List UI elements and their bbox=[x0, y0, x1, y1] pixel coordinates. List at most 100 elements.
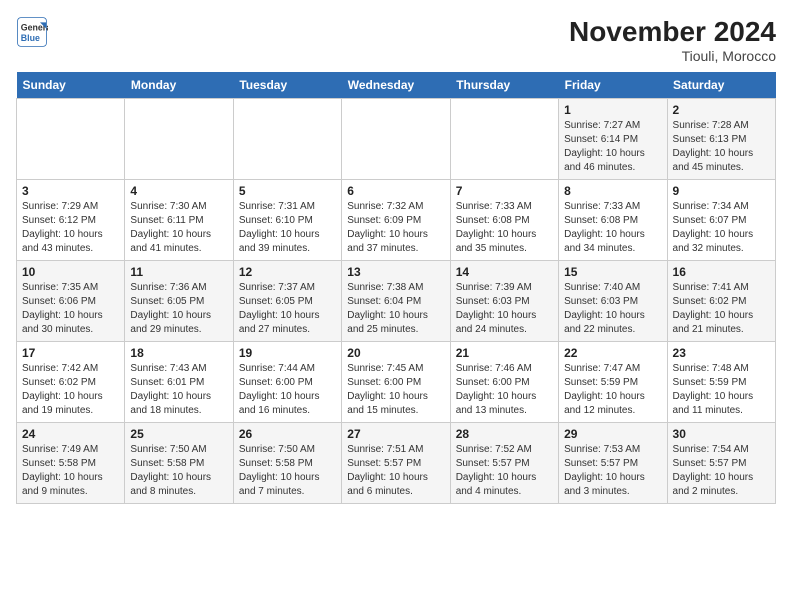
day-info: Sunrise: 7:36 AM Sunset: 6:05 PM Dayligh… bbox=[130, 281, 227, 337]
calendar-cell: 21 Sunrise: 7:46 AM Sunset: 6:00 PM Dayli… bbox=[450, 342, 558, 423]
day-info: Sunrise: 7:40 AM Sunset: 6:03 PM Dayligh… bbox=[564, 281, 661, 337]
calendar-cell: 14Sunrise: 7:39 AM Sunset: 6:03 PM Dayli… bbox=[450, 261, 558, 342]
day-number: 3 bbox=[22, 184, 119, 198]
calendar-cell: 23 Sunrise: 7:48 AM Sunset: 5:59 PM Dayli… bbox=[667, 342, 775, 423]
calendar-cell: 1 Sunrise: 7:27 AM Sunset: 6:14 PM Daylig… bbox=[559, 99, 667, 180]
calendar-cell: 16 Sunrise: 7:41 AM Sunset: 6:02 PM Dayli… bbox=[667, 261, 775, 342]
calendar-cell: 9Sunrise: 7:34 AM Sunset: 6:07 PM Daylig… bbox=[667, 180, 775, 261]
page-header: General Blue November 2024 Tiouli, Moroc… bbox=[16, 16, 776, 64]
calendar-cell: 11 Sunrise: 7:36 AM Sunset: 6:05 PM Dayli… bbox=[125, 261, 233, 342]
day-number: 27 bbox=[347, 427, 444, 441]
day-info: Sunrise: 7:41 AM Sunset: 6:02 PM Dayligh… bbox=[673, 281, 770, 337]
calendar-cell: 26 Sunrise: 7:50 AM Sunset: 5:58 PM Dayli… bbox=[233, 423, 341, 504]
day-number: 18 bbox=[130, 346, 227, 360]
logo-icon: General Blue bbox=[16, 16, 48, 48]
page-title: November 2024 bbox=[569, 16, 776, 48]
day-number: 12 bbox=[239, 265, 336, 279]
day-info: Sunrise: 7:44 AM Sunset: 6:00 PM Dayligh… bbox=[239, 362, 336, 418]
calendar-week-row: 24 Sunrise: 7:49 AM Sunset: 5:58 PM Dayli… bbox=[17, 423, 776, 504]
day-number: 26 bbox=[239, 427, 336, 441]
day-number: 23 bbox=[673, 346, 770, 360]
day-number: 14 bbox=[456, 265, 553, 279]
day-number: 16 bbox=[673, 265, 770, 279]
day-number: 13 bbox=[347, 265, 444, 279]
day-number: 30 bbox=[673, 427, 770, 441]
weekday-header-monday: Monday bbox=[125, 72, 233, 99]
calendar-week-row: 17 Sunrise: 7:42 AM Sunset: 6:02 PM Dayli… bbox=[17, 342, 776, 423]
weekday-header-row: SundayMondayTuesdayWednesdayThursdayFrid… bbox=[17, 72, 776, 99]
calendar-cell: 18 Sunrise: 7:43 AM Sunset: 6:01 PM Dayli… bbox=[125, 342, 233, 423]
weekday-header-tuesday: Tuesday bbox=[233, 72, 341, 99]
day-number: 11 bbox=[130, 265, 227, 279]
day-number: 25 bbox=[130, 427, 227, 441]
calendar-cell bbox=[342, 99, 450, 180]
day-number: 29 bbox=[564, 427, 661, 441]
day-info: Sunrise: 7:29 AM Sunset: 6:12 PM Dayligh… bbox=[22, 200, 119, 256]
day-info: Sunrise: 7:32 AM Sunset: 6:09 PM Dayligh… bbox=[347, 200, 444, 256]
day-info: Sunrise: 7:49 AM Sunset: 5:58 PM Dayligh… bbox=[22, 443, 119, 499]
day-info: Sunrise: 7:45 AM Sunset: 6:00 PM Dayligh… bbox=[347, 362, 444, 418]
day-number: 8 bbox=[564, 184, 661, 198]
calendar-cell: 6 Sunrise: 7:32 AM Sunset: 6:09 PM Daylig… bbox=[342, 180, 450, 261]
calendar-cell: 27 Sunrise: 7:51 AM Sunset: 5:57 PM Dayli… bbox=[342, 423, 450, 504]
day-info: Sunrise: 7:43 AM Sunset: 6:01 PM Dayligh… bbox=[130, 362, 227, 418]
day-number: 24 bbox=[22, 427, 119, 441]
calendar-cell bbox=[125, 99, 233, 180]
svg-text:Blue: Blue bbox=[21, 33, 40, 43]
day-info: Sunrise: 7:31 AM Sunset: 6:10 PM Dayligh… bbox=[239, 200, 336, 256]
day-number: 15 bbox=[564, 265, 661, 279]
day-info: Sunrise: 7:28 AM Sunset: 6:13 PM Dayligh… bbox=[673, 119, 770, 175]
day-info: Sunrise: 7:37 AM Sunset: 6:05 PM Dayligh… bbox=[239, 281, 336, 337]
calendar-week-row: 3 Sunrise: 7:29 AM Sunset: 6:12 PM Daylig… bbox=[17, 180, 776, 261]
day-info: Sunrise: 7:50 AM Sunset: 5:58 PM Dayligh… bbox=[239, 443, 336, 499]
calendar-cell: 13 Sunrise: 7:38 AM Sunset: 6:04 PM Dayli… bbox=[342, 261, 450, 342]
calendar-cell bbox=[17, 99, 125, 180]
day-number: 22 bbox=[564, 346, 661, 360]
day-number: 21 bbox=[456, 346, 553, 360]
calendar-cell bbox=[450, 99, 558, 180]
calendar-cell: 30Sunrise: 7:54 AM Sunset: 5:57 PM Dayli… bbox=[667, 423, 775, 504]
calendar-cell: 17 Sunrise: 7:42 AM Sunset: 6:02 PM Dayli… bbox=[17, 342, 125, 423]
calendar-cell: 3 Sunrise: 7:29 AM Sunset: 6:12 PM Daylig… bbox=[17, 180, 125, 261]
day-info: Sunrise: 7:50 AM Sunset: 5:58 PM Dayligh… bbox=[130, 443, 227, 499]
title-block: November 2024 Tiouli, Morocco bbox=[569, 16, 776, 64]
day-number: 7 bbox=[456, 184, 553, 198]
weekday-header-wednesday: Wednesday bbox=[342, 72, 450, 99]
day-info: Sunrise: 7:27 AM Sunset: 6:14 PM Dayligh… bbox=[564, 119, 661, 175]
day-number: 6 bbox=[347, 184, 444, 198]
calendar-cell: 2Sunrise: 7:28 AM Sunset: 6:13 PM Daylig… bbox=[667, 99, 775, 180]
day-info: Sunrise: 7:30 AM Sunset: 6:11 PM Dayligh… bbox=[130, 200, 227, 256]
day-info: Sunrise: 7:46 AM Sunset: 6:00 PM Dayligh… bbox=[456, 362, 553, 418]
calendar-cell: 20 Sunrise: 7:45 AM Sunset: 6:00 PM Dayli… bbox=[342, 342, 450, 423]
day-number: 20 bbox=[347, 346, 444, 360]
calendar-cell: 7Sunrise: 7:33 AM Sunset: 6:08 PM Daylig… bbox=[450, 180, 558, 261]
logo: General Blue bbox=[16, 16, 48, 48]
day-number: 5 bbox=[239, 184, 336, 198]
day-info: Sunrise: 7:52 AM Sunset: 5:57 PM Dayligh… bbox=[456, 443, 553, 499]
day-number: 17 bbox=[22, 346, 119, 360]
page-subtitle: Tiouli, Morocco bbox=[569, 48, 776, 64]
calendar-table: SundayMondayTuesdayWednesdayThursdayFrid… bbox=[16, 72, 776, 504]
day-info: Sunrise: 7:51 AM Sunset: 5:57 PM Dayligh… bbox=[347, 443, 444, 499]
calendar-cell: 12 Sunrise: 7:37 AM Sunset: 6:05 PM Dayli… bbox=[233, 261, 341, 342]
day-number: 19 bbox=[239, 346, 336, 360]
day-number: 1 bbox=[564, 103, 661, 117]
weekday-header-thursday: Thursday bbox=[450, 72, 558, 99]
weekday-header-friday: Friday bbox=[559, 72, 667, 99]
day-info: Sunrise: 7:34 AM Sunset: 6:07 PM Dayligh… bbox=[673, 200, 770, 256]
calendar-week-row: 1 Sunrise: 7:27 AM Sunset: 6:14 PM Daylig… bbox=[17, 99, 776, 180]
calendar-cell: 10Sunrise: 7:35 AM Sunset: 6:06 PM Dayli… bbox=[17, 261, 125, 342]
calendar-cell: 22 Sunrise: 7:47 AM Sunset: 5:59 PM Dayli… bbox=[559, 342, 667, 423]
calendar-cell: 4Sunrise: 7:30 AM Sunset: 6:11 PM Daylig… bbox=[125, 180, 233, 261]
day-number: 10 bbox=[22, 265, 119, 279]
calendar-cell: 25 Sunrise: 7:50 AM Sunset: 5:58 PM Dayli… bbox=[125, 423, 233, 504]
day-number: 28 bbox=[456, 427, 553, 441]
day-info: Sunrise: 7:42 AM Sunset: 6:02 PM Dayligh… bbox=[22, 362, 119, 418]
day-info: Sunrise: 7:47 AM Sunset: 5:59 PM Dayligh… bbox=[564, 362, 661, 418]
day-info: Sunrise: 7:38 AM Sunset: 6:04 PM Dayligh… bbox=[347, 281, 444, 337]
day-info: Sunrise: 7:48 AM Sunset: 5:59 PM Dayligh… bbox=[673, 362, 770, 418]
day-info: Sunrise: 7:33 AM Sunset: 6:08 PM Dayligh… bbox=[564, 200, 661, 256]
calendar-cell: 19 Sunrise: 7:44 AM Sunset: 6:00 PM Dayli… bbox=[233, 342, 341, 423]
calendar-cell: 5 Sunrise: 7:31 AM Sunset: 6:10 PM Daylig… bbox=[233, 180, 341, 261]
calendar-cell: 24 Sunrise: 7:49 AM Sunset: 5:58 PM Dayli… bbox=[17, 423, 125, 504]
